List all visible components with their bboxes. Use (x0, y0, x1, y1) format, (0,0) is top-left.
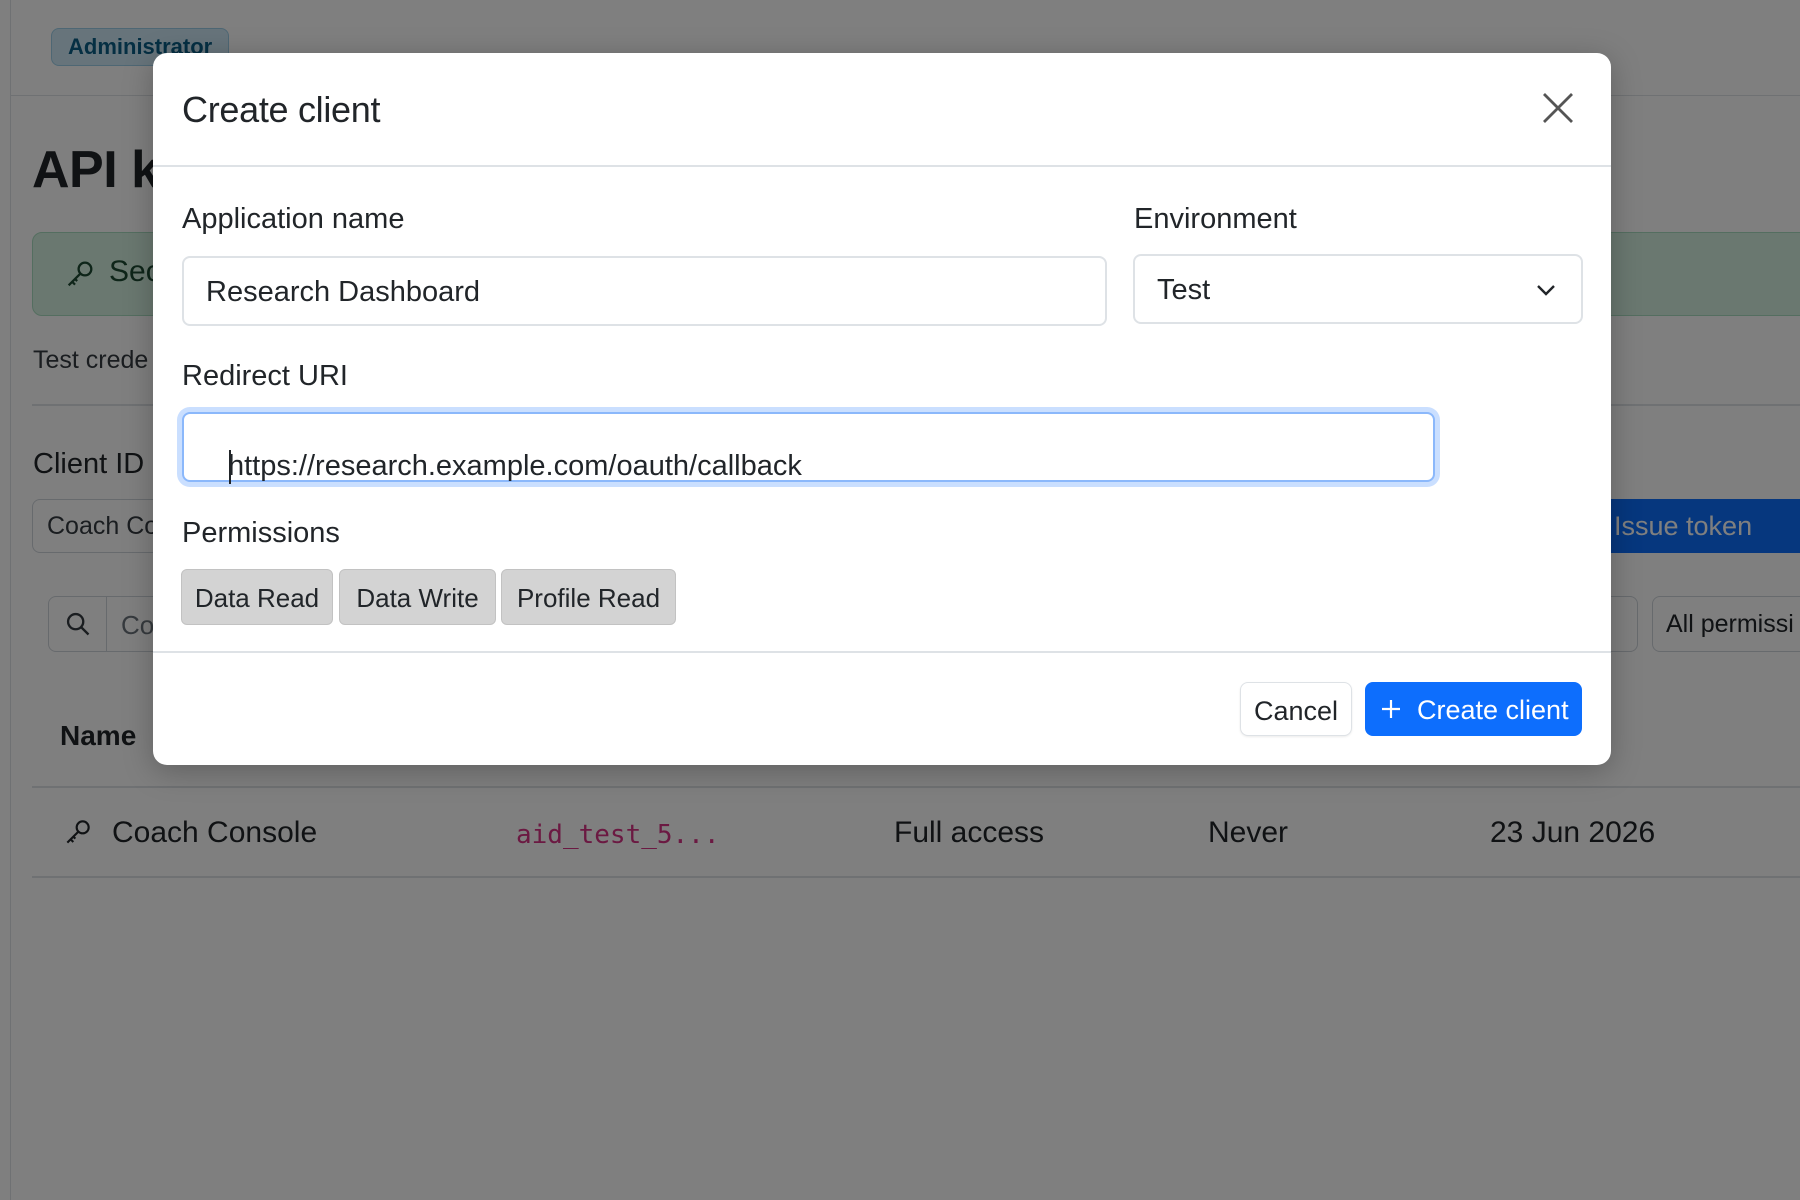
modal-title: Create client (182, 89, 381, 130)
redirect-uri-value: https://research.example.com/oauth/callb… (228, 450, 802, 482)
modal-header: Create client (153, 53, 1611, 167)
application-name-label: Application name (182, 203, 405, 235)
create-client-label: Create client (1417, 695, 1569, 725)
permissions-label: Permissions (182, 517, 340, 549)
application-name-value: Research Dashboard (206, 276, 481, 308)
environment-select[interactable]: Test (1133, 254, 1583, 324)
permission-label: Profile Read (516, 583, 661, 613)
environment-label: Environment (1134, 203, 1297, 235)
redirect-uri-label: Redirect URI (182, 360, 348, 392)
permission-label: Data Read (194, 583, 320, 613)
application-name-input[interactable]: Research Dashboard (182, 256, 1107, 326)
plus-icon (1382, 700, 1400, 718)
environment-value: Test (1157, 274, 1211, 306)
permission-profile-read[interactable]: Profile Read (501, 569, 676, 625)
chevron-down-icon (1537, 285, 1555, 296)
create-client-modal: Create client Application name Research … (153, 53, 1611, 765)
permission-data-read[interactable]: Data Read (181, 569, 333, 625)
close-icon[interactable] (1537, 87, 1579, 129)
permission-label: Data Write (356, 583, 479, 613)
modal-footer: Cancel Create client (153, 651, 1611, 765)
create-client-button[interactable]: Create client (1365, 682, 1582, 736)
permission-data-write[interactable]: Data Write (339, 569, 496, 625)
cancel-label: Cancel (1253, 696, 1339, 726)
cancel-button[interactable]: Cancel (1240, 682, 1352, 736)
redirect-uri-input[interactable]: https://research.example.com/oauth/callb… (182, 412, 1435, 484)
text-caret (229, 450, 231, 484)
